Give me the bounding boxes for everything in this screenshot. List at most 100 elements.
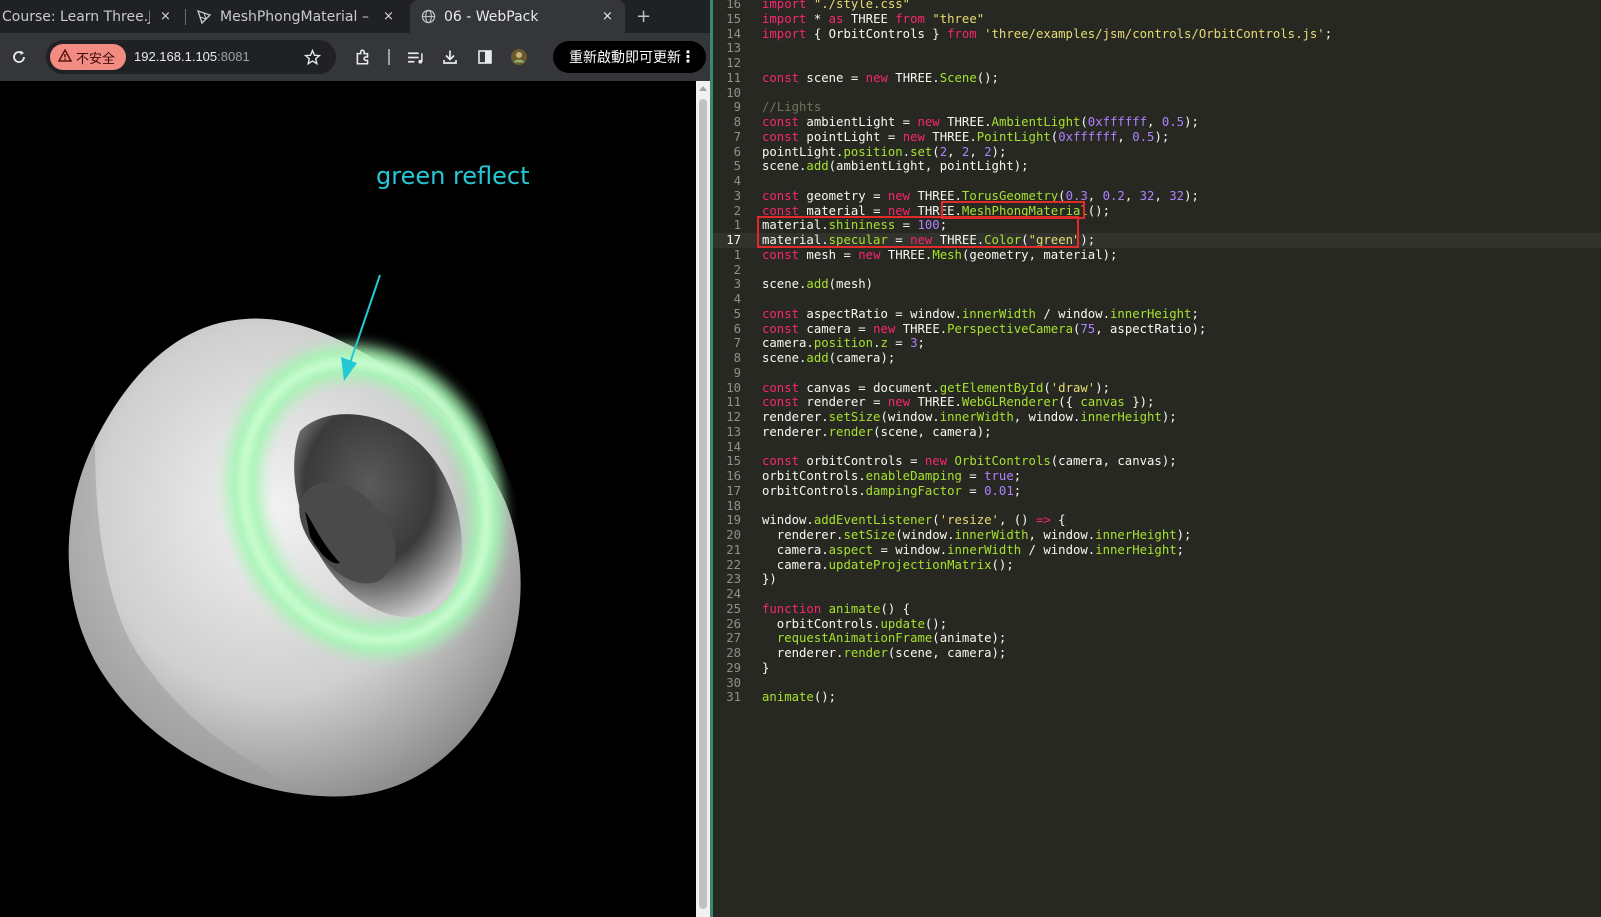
code-text[interactable]: renderer.render(scene, camera);	[762, 425, 992, 440]
code-text[interactable]: const orbitControls = new OrbitControls(…	[762, 454, 1177, 469]
code-text[interactable]: requestAnimationFrame(animate);	[762, 631, 1007, 646]
code-text[interactable]: const renderer = new THREE.WebGLRenderer…	[762, 395, 1154, 410]
code-line[interactable]: 12	[713, 56, 1601, 71]
code-text[interactable]: import "./style.css"	[762, 0, 910, 12]
code-text[interactable]: window.addEventListener('resize', () => …	[762, 513, 1066, 528]
media-controls-icon[interactable]	[403, 45, 427, 69]
code-line[interactable]: 14	[713, 440, 1601, 455]
code-text[interactable]: const ambientLight = new THREE.AmbientLi…	[762, 115, 1199, 130]
code-text[interactable]: pointLight.position.set(2, 2, 2);	[762, 145, 1006, 160]
code-line[interactable]: 2	[713, 263, 1601, 278]
update-restart-button[interactable]: 重新啟動即可更新 ⋮	[553, 41, 706, 73]
code-line[interactable]: 8 scene.add(camera);	[713, 351, 1601, 366]
code-text[interactable]: renderer.setSize(window.innerWidth, wind…	[762, 410, 1177, 425]
scroll-up-icon[interactable]	[699, 86, 707, 91]
code-line[interactable]: 27 requestAnimationFrame(animate);	[713, 631, 1601, 646]
code-line[interactable]: 22 camera.updateProjectionMatrix();	[713, 558, 1601, 573]
code-line[interactable]: 30	[713, 676, 1601, 691]
code-text[interactable]: scene.add(camera);	[762, 351, 895, 366]
code-line[interactable]: 29}	[713, 661, 1601, 676]
tab-webpack[interactable]: 06 - WebPack ×	[410, 0, 625, 33]
code-line[interactable]: 17 orbitControls.dampingFactor = 0.01;	[713, 484, 1601, 499]
code-text[interactable]: orbitControls.update();	[762, 617, 947, 632]
code-line[interactable]: 7 const pointLight = new THREE.PointLight…	[713, 130, 1601, 145]
tab-learn-threejs[interactable]: Course: Learn Three.Js ×	[0, 0, 176, 33]
code-text[interactable]: renderer.setSize(window.innerWidth, wind…	[762, 528, 1192, 543]
code-line[interactable]: 28 renderer.render(scene, camera);	[713, 646, 1601, 661]
code-line[interactable]: 15 import * as THREE from "three"	[713, 12, 1601, 27]
code-text[interactable]: })	[762, 572, 777, 587]
code-line[interactable]: 11 const renderer = new THREE.WebGLRender…	[713, 395, 1601, 410]
code-text[interactable]: const pointLight = new THREE.PointLight(…	[762, 130, 1169, 145]
code-text[interactable]: }	[762, 661, 769, 676]
code-line[interactable]: 18	[713, 499, 1601, 514]
menu-kebab-icon[interactable]: ⋮	[680, 47, 696, 66]
code-line[interactable]: 20 renderer.setSize(window.innerWidth, w…	[713, 528, 1601, 543]
code-line[interactable]: 4	[713, 174, 1601, 189]
code-text[interactable]: const mesh = new THREE.Mesh(geometry, ma…	[762, 248, 1117, 263]
code-line[interactable]: 5 scene.add(ambientLight, pointLight);	[713, 159, 1601, 174]
code-line[interactable]: 10	[713, 86, 1601, 101]
code-line[interactable]: 15 const orbitControls = new OrbitControl…	[713, 454, 1601, 469]
code-line[interactable]: 6 pointLight.position.set(2, 2, 2);	[713, 145, 1601, 160]
code-line[interactable]: 10 const canvas = document.getElementById…	[713, 381, 1601, 396]
code-text[interactable]: animate();	[762, 690, 836, 705]
code-line[interactable]: 3 const geometry = new THREE.TorusGeometr…	[713, 189, 1601, 204]
webgl-canvas[interactable]	[0, 81, 696, 917]
reload-icon[interactable]	[7, 45, 31, 69]
code-text[interactable]: camera.aspect = window.innerWidth / wind…	[762, 543, 1184, 558]
code-line[interactable]: 9 //Lights	[713, 100, 1601, 115]
code-text[interactable]: const aspectRatio = window.innerWidth / …	[762, 307, 1199, 322]
tab-close-icon[interactable]: ×	[383, 9, 394, 24]
code-text[interactable]: camera.updateProjectionMatrix();	[762, 558, 1014, 573]
code-line[interactable]: 21 camera.aspect = window.innerWidth / w…	[713, 543, 1601, 558]
code-line[interactable]: 13	[713, 41, 1601, 56]
tab-meshphongmaterial[interactable]: MeshPhongMaterial – ×	[196, 0, 406, 33]
tab-close-icon[interactable]: ×	[160, 9, 171, 24]
scrollbar-thumb[interactable]	[699, 99, 707, 909]
code-line[interactable]: 16 orbitControls.enableDamping = true;	[713, 469, 1601, 484]
code-line[interactable]: 14 import { OrbitControls } from 'three/e…	[713, 27, 1601, 42]
code-text[interactable]: const scene = new THREE.Scene();	[762, 71, 999, 86]
code-line[interactable]: 8 const ambientLight = new THREE.AmbientL…	[713, 115, 1601, 130]
bookmark-star-icon[interactable]	[300, 45, 324, 69]
code-text[interactable]: scene.add(ambientLight, pointLight);	[762, 159, 1029, 174]
code-line[interactable]: 4	[713, 292, 1601, 307]
code-text[interactable]: function animate() {	[762, 602, 910, 617]
code-line[interactable]: 13 renderer.render(scene, camera);	[713, 425, 1601, 440]
code-text[interactable]: import { OrbitControls } from 'three/exa…	[762, 27, 1332, 42]
code-line[interactable]: 19 window.addEventListener('resize', () =…	[713, 513, 1601, 528]
code-text[interactable]: orbitControls.enableDamping = true;	[762, 469, 1021, 484]
code-text[interactable]: camera.position.z = 3;	[762, 336, 925, 351]
new-tab-button[interactable]: +	[636, 0, 656, 33]
side-panel-icon[interactable]	[473, 45, 497, 69]
code-line[interactable]: 3 scene.add(mesh)	[713, 277, 1601, 292]
code-line[interactable]: 16 import "./style.css"	[713, 0, 1601, 12]
code-line[interactable]: 11 const scene = new THREE.Scene();	[713, 71, 1601, 86]
code-text[interactable]: import * as THREE from "three"	[762, 12, 984, 27]
address-bar[interactable]: 不安全 192.168.1.105:8081	[46, 40, 336, 74]
code-line[interactable]: 26 orbitControls.update();	[713, 617, 1601, 632]
tab-close-icon[interactable]: ×	[602, 9, 613, 24]
url-text[interactable]: 192.168.1.105:8081	[134, 49, 250, 64]
code-line[interactable]: 31 animate();	[713, 690, 1601, 705]
code-text[interactable]: orbitControls.dampingFactor = 0.01;	[762, 484, 1021, 499]
code-text[interactable]: renderer.render(scene, camera);	[762, 646, 1007, 661]
code-line[interactable]: 25 function animate() {	[713, 602, 1601, 617]
code-text[interactable]: //Lights	[762, 100, 821, 115]
code-editor[interactable]: 16 import "./style.css" 15 import * as THRE…	[713, 0, 1601, 917]
code-line[interactable]: 6 const camera = new THREE.PerspectiveCam…	[713, 322, 1601, 337]
code-line[interactable]: 23})	[713, 572, 1601, 587]
code-line[interactable]: 12 renderer.setSize(window.innerWidth, wi…	[713, 410, 1601, 425]
code-line[interactable]: 9	[713, 366, 1601, 381]
profile-avatar-icon[interactable]	[507, 45, 531, 69]
download-icon[interactable]	[438, 45, 462, 69]
extensions-icon[interactable]	[351, 45, 375, 69]
code-line[interactable]: 5 const aspectRatio = window.innerWidth /…	[713, 307, 1601, 322]
code-line[interactable]: 24	[713, 587, 1601, 602]
code-line[interactable]: 7 camera.position.z = 3;	[713, 336, 1601, 351]
code-line[interactable]: 1 const mesh = new THREE.Mesh(geometry, m…	[713, 248, 1601, 263]
code-text[interactable]: const canvas = document.getElementById('…	[762, 381, 1110, 396]
code-text[interactable]: scene.add(mesh)	[762, 277, 873, 292]
security-chip[interactable]: 不安全	[50, 44, 126, 70]
